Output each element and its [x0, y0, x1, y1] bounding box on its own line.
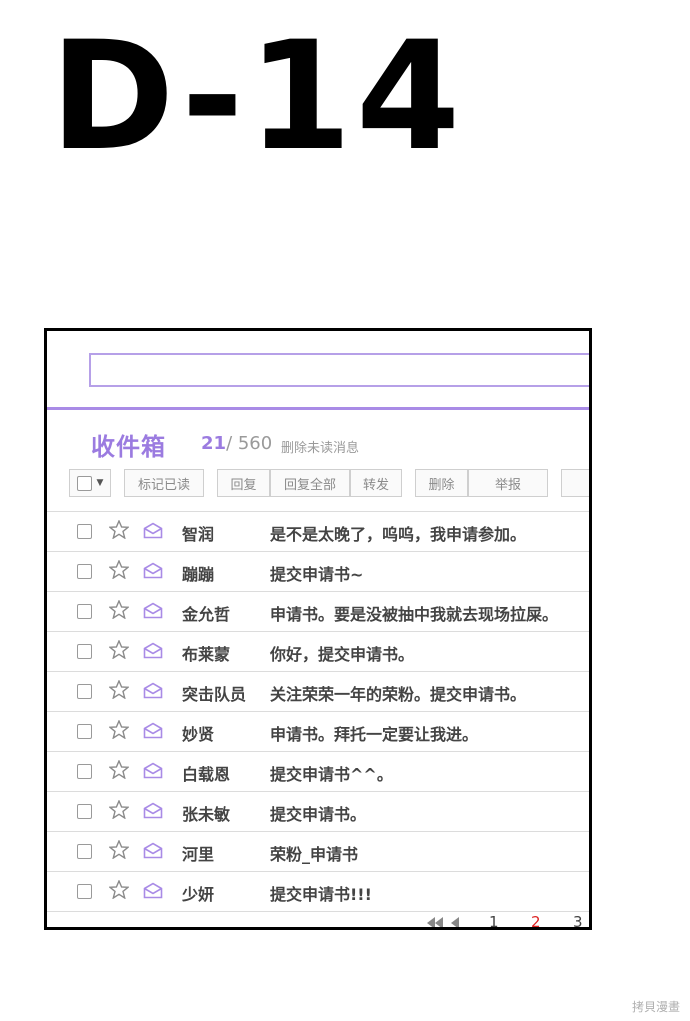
delete-unread-link[interactable]: 删除未读消息: [281, 437, 359, 456]
message-row[interactable]: 突击队员 关注荣荣一年的荣粉。提交申请书。: [47, 671, 589, 711]
envelope-icon: [143, 642, 163, 659]
prev-page-icon[interactable]: [451, 917, 459, 929]
message-sender: 智润: [182, 525, 215, 544]
star-icon[interactable]: [109, 800, 129, 819]
message-sender: 白载恩: [182, 765, 231, 784]
message-sender: 少妍: [182, 885, 215, 904]
message-subject[interactable]: 提交申请书^^。: [270, 761, 393, 785]
star-icon[interactable]: [109, 640, 129, 659]
message-sender: 布莱蒙: [182, 645, 231, 664]
reply-button[interactable]: 回复: [217, 469, 270, 497]
mark-read-button[interactable]: 标记已读: [124, 469, 204, 497]
envelope-icon: [143, 562, 163, 579]
message-sender: 突击队员: [182, 685, 247, 704]
envelope-icon: [143, 602, 163, 619]
message-subject[interactable]: 申请书。拜托一定要让我进。: [270, 721, 478, 745]
forward-button[interactable]: 转发: [350, 469, 402, 497]
message-row[interactable]: 河里 荣粉_申请书: [47, 831, 589, 871]
total-count: / 560: [226, 433, 273, 454]
more-button[interactable]: [561, 469, 589, 497]
row-checkbox[interactable]: [77, 524, 92, 539]
envelope-icon: [143, 522, 163, 539]
watermark: 拷貝漫畫: [631, 1000, 680, 1014]
message-row[interactable]: 少妍 提交申请书!!!: [47, 871, 589, 911]
message-row[interactable]: 金允哲 申请书。要是没被抽中我就去现场拉屎。: [47, 591, 589, 631]
row-checkbox[interactable]: [77, 884, 92, 899]
message-sender: 蹦蹦: [182, 565, 215, 584]
envelope-icon: [143, 842, 163, 859]
message-sender: 金允哲: [182, 605, 231, 624]
message-subject[interactable]: 你好，提交申请书。: [270, 641, 414, 665]
row-checkbox[interactable]: [77, 684, 92, 699]
star-icon[interactable]: [109, 840, 129, 859]
mail-client-window: 收件箱 21/ 560 删除未读消息 ▼ 标记已读 回复 回复全部 转发 删除 …: [44, 328, 592, 930]
message-subject[interactable]: 荣粉_申请书: [270, 841, 358, 865]
star-icon[interactable]: [109, 560, 129, 579]
envelope-icon: [143, 802, 163, 819]
message-count: 21/ 560: [201, 433, 272, 454]
row-checkbox[interactable]: [77, 644, 92, 659]
star-icon[interactable]: [109, 720, 129, 739]
message-subject[interactable]: 提交申请书~: [270, 561, 363, 585]
message-sender: 河里: [182, 845, 215, 864]
message-row[interactable]: 妙贤 申请书。拜托一定要让我进。: [47, 711, 589, 751]
first-page-icon[interactable]: [427, 917, 443, 929]
message-sender: 张未敏: [182, 805, 231, 824]
row-checkbox[interactable]: [77, 724, 92, 739]
report-button[interactable]: 举报: [468, 469, 548, 497]
row-checkbox[interactable]: [77, 764, 92, 779]
page-1-link[interactable]: 1: [489, 913, 499, 927]
message-subject[interactable]: 是不是太晚了，呜呜，我申请参加。: [270, 521, 526, 545]
envelope-icon: [143, 722, 163, 739]
envelope-icon: [143, 682, 163, 699]
envelope-icon: [143, 762, 163, 779]
message-subject[interactable]: 提交申请书。: [270, 801, 366, 825]
folder-title: 收件箱: [91, 433, 166, 461]
envelope-icon: [143, 882, 163, 899]
delete-button[interactable]: 删除: [415, 469, 468, 497]
message-sender: 妙贤: [182, 725, 215, 744]
message-subject[interactable]: 申请书。要是没被抽中我就去现场拉屎。: [270, 601, 558, 625]
row-checkbox[interactable]: [77, 804, 92, 819]
message-row[interactable]: 蹦蹦 提交申请书~: [47, 551, 589, 591]
page-2-link[interactable]: 2: [531, 913, 541, 927]
row-checkbox[interactable]: [77, 844, 92, 859]
message-row[interactable]: 布莱蒙 你好，提交申请书。: [47, 631, 589, 671]
day-counter-title: D-14: [50, 10, 465, 184]
message-subject[interactable]: 提交申请书!!!: [270, 881, 372, 905]
chevron-down-icon: ▼: [96, 478, 104, 488]
pagination: 1 2 3: [427, 913, 589, 929]
star-icon[interactable]: [109, 520, 129, 539]
message-row[interactable]: 张未敏 提交申请书。: [47, 791, 589, 831]
mail-toolbar: ▼ 标记已读 回复 回复全部 转发 删除 举报: [69, 469, 589, 497]
row-checkbox[interactable]: [77, 604, 92, 619]
unread-count: 21: [201, 433, 227, 454]
row-checkbox[interactable]: [77, 564, 92, 579]
message-row[interactable]: 白载恩 提交申请书^^。: [47, 751, 589, 791]
page-3-link[interactable]: 3: [573, 913, 583, 927]
message-subject[interactable]: 关注荣荣一年的荣粉。提交申请书。: [270, 681, 526, 705]
star-icon[interactable]: [109, 680, 129, 699]
star-icon[interactable]: [109, 760, 129, 779]
reply-all-button[interactable]: 回复全部: [270, 469, 350, 497]
search-input[interactable]: [89, 353, 589, 387]
select-all-dropdown[interactable]: ▼: [69, 469, 111, 497]
select-all-checkbox[interactable]: [76, 475, 92, 491]
star-icon[interactable]: [109, 880, 129, 899]
message-row[interactable]: 智润 是不是太晚了，呜呜，我申请参加。: [47, 511, 589, 551]
star-icon[interactable]: [109, 600, 129, 619]
header-divider: [47, 407, 589, 410]
